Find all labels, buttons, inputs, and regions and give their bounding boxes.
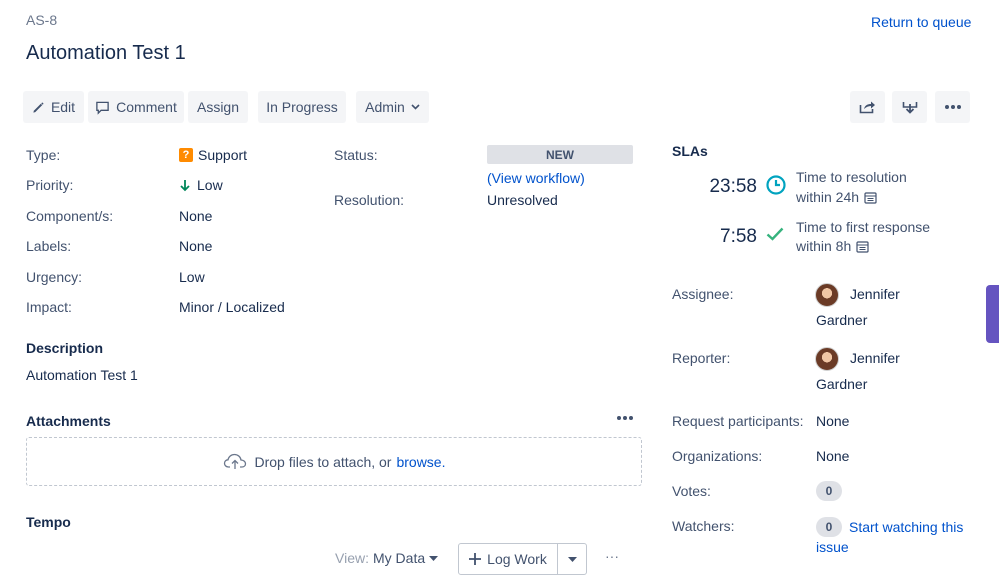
assign-button[interactable]: Assign <box>188 91 248 123</box>
description-heading: Description <box>26 340 104 356</box>
sla-resolution-goal: within 24h <box>796 187 877 207</box>
status-label: Status: <box>334 147 378 163</box>
in-progress-button[interactable]: In Progress <box>258 91 346 123</box>
plus-icon <box>469 553 482 565</box>
pencil-icon <box>33 101 44 113</box>
issue-summary[interactable]: Automation Test 1 <box>26 42 186 65</box>
sla-response-time: 7:58 <box>720 226 757 247</box>
return-to-queue-link[interactable]: Return to queue <box>871 14 971 30</box>
votes-label: Votes: <box>672 483 711 499</box>
resolution-value: Unresolved <box>487 192 558 208</box>
in-progress-label: In Progress <box>266 99 338 115</box>
admin-dropdown-button[interactable]: Admin <box>356 91 429 123</box>
labels-label: Labels: <box>26 238 72 254</box>
request-participants-value[interactable]: None <box>816 413 849 429</box>
start-watching-link[interactable]: Start watching this <box>849 519 963 535</box>
share-button[interactable] <box>850 91 885 123</box>
export-button[interactable] <box>892 91 927 123</box>
labels-value[interactable]: None <box>179 238 212 254</box>
calendar-icon <box>864 191 877 204</box>
check-icon <box>766 227 784 241</box>
calendar-icon <box>856 240 869 253</box>
type-label: Type: <box>26 147 61 163</box>
arrow-down-icon <box>180 179 190 191</box>
sla-response-name: Time to first response <box>796 219 931 235</box>
organizations-value[interactable]: None <box>816 448 849 464</box>
sla-resolution-time: 23:58 <box>709 176 757 197</box>
assignee-first-name[interactable]: Jennifer <box>850 281 900 307</box>
caret-down-icon <box>429 555 439 561</box>
log-work-dropdown[interactable] <box>558 544 586 574</box>
attachments-more-button[interactable] <box>616 410 634 429</box>
assign-label: Assign <box>196 99 240 115</box>
caret-down-icon <box>567 556 577 562</box>
type-text: Support <box>198 147 248 163</box>
clock-icon <box>766 175 786 195</box>
chevron-down-icon <box>411 104 420 110</box>
slas-heading: SLAs <box>672 143 708 159</box>
reporter-avatar <box>815 347 839 371</box>
components-label: Component/s: <box>26 208 114 224</box>
issue-key[interactable]: AS-8 <box>26 12 57 28</box>
priority-value[interactable]: Low <box>179 177 223 193</box>
status-lozenge: NEW <box>487 145 633 164</box>
comment-button[interactable]: Comment <box>88 91 184 123</box>
sla-response-goal-text: within 8h <box>796 238 852 254</box>
edit-label: Edit <box>50 99 76 115</box>
more-icon <box>617 416 633 420</box>
urgency-value[interactable]: Low <box>179 269 205 285</box>
description-text[interactable]: Automation Test 1 <box>26 367 138 383</box>
more-icon <box>944 105 961 109</box>
browse-link[interactable]: browse. <box>396 454 445 470</box>
organizations-label: Organizations: <box>672 448 763 464</box>
log-work-button[interactable]: Log Work <box>458 543 587 575</box>
urgency-label: Urgency: <box>26 269 83 285</box>
log-work-label: Log Work <box>487 551 547 567</box>
side-panel-tab[interactable] <box>986 285 999 343</box>
priority-text: Low <box>197 177 223 193</box>
tempo-view-value: My Data <box>373 550 426 566</box>
reporter-last-name[interactable]: Gardner <box>816 371 867 397</box>
edit-button[interactable]: Edit <box>23 91 84 123</box>
comment-label: Comment <box>116 99 177 115</box>
votes-count-badge[interactable]: 0 <box>816 481 842 501</box>
attachments-heading: Attachments <box>26 413 111 429</box>
drop-files-text: Drop files to attach, or <box>254 453 392 470</box>
cloud-upload-icon <box>223 453 246 469</box>
attachment-drop-zone[interactable]: Drop files to attach, or browse. <box>26 437 642 486</box>
impact-label: Impact: <box>26 299 72 315</box>
reporter-first-name[interactable]: Jennifer <box>850 345 900 371</box>
tempo-more-button[interactable]: ··· <box>605 548 619 564</box>
assignee-label: Assignee: <box>672 286 734 302</box>
view-workflow-paren-close: ) <box>580 170 585 186</box>
view-workflow-link[interactable]: View workflow <box>492 170 580 186</box>
log-work-main[interactable]: Log Work <box>459 544 558 574</box>
export-icon <box>902 101 917 114</box>
more-actions-button[interactable] <box>935 91 970 123</box>
comment-icon <box>96 101 109 115</box>
sla-response-goal: within 8h <box>796 236 869 256</box>
assignee-last-name[interactable]: Gardner <box>816 307 867 333</box>
impact-value[interactable]: Minor / Localized <box>179 299 285 315</box>
admin-label: Admin <box>365 99 405 115</box>
components-value[interactable]: None <box>179 208 212 224</box>
resolution-label: Resolution: <box>334 192 405 208</box>
type-value[interactable]: ? Support <box>179 147 247 163</box>
sla-resolution-name: Time to resolution <box>796 169 907 185</box>
view-workflow: ( View workflow ) <box>487 170 585 186</box>
sla-resolution-goal-text: within 24h <box>796 189 860 205</box>
request-participants-label: Request participants: <box>672 413 804 429</box>
watchers-count-badge[interactable]: 0 <box>816 517 842 537</box>
watchers-label: Watchers: <box>672 518 735 534</box>
priority-label: Priority: <box>26 177 74 193</box>
start-watching-link-continued[interactable]: issue <box>816 539 849 555</box>
tempo-view-label: View: <box>335 550 369 566</box>
tempo-heading: Tempo <box>26 514 71 530</box>
assignee-avatar <box>815 283 839 307</box>
reporter-label: Reporter: <box>672 350 731 366</box>
tempo-view-dropdown[interactable]: My Data <box>373 550 439 566</box>
support-type-icon: ? <box>179 148 193 162</box>
share-icon <box>859 101 875 114</box>
